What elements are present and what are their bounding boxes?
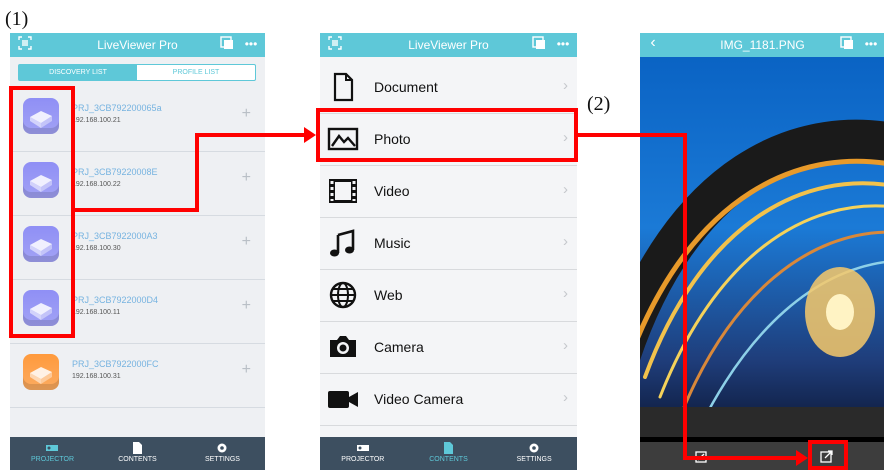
step-connector-arrows bbox=[75, 127, 808, 466]
